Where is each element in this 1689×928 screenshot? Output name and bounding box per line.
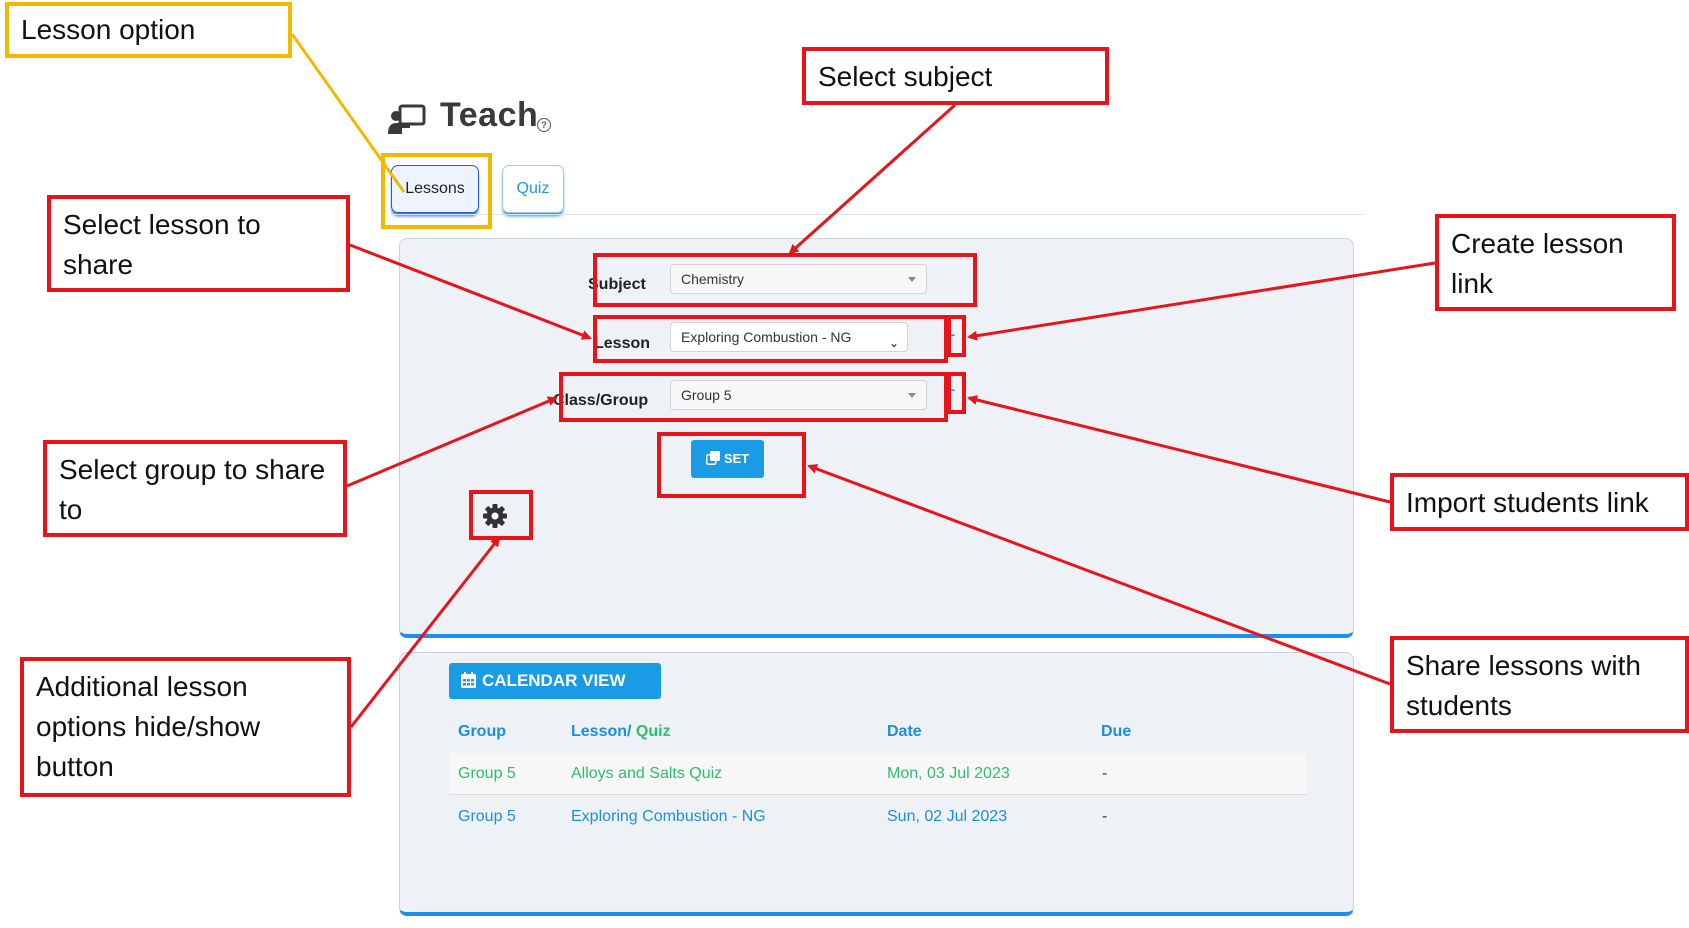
column-header-date: Date bbox=[887, 723, 922, 740]
column-header-lesson: Lesson/ bbox=[571, 723, 632, 740]
row-due: - bbox=[1102, 808, 1108, 825]
tabs-divider bbox=[391, 214, 1364, 215]
calendar-icon bbox=[461, 672, 476, 688]
highlight-create-link bbox=[947, 315, 966, 357]
row-due: - bbox=[1102, 765, 1108, 782]
callout-additional-options: Additional lesson options hide/show butt… bbox=[20, 657, 351, 797]
row-date: Sun, 02 Jul 2023 bbox=[887, 808, 1008, 825]
arrow-select-subject bbox=[788, 103, 957, 255]
calendar-view-label: CALENDAR VIEW bbox=[482, 671, 626, 690]
tab-quiz[interactable]: Quiz bbox=[502, 165, 564, 213]
column-header-group: Group bbox=[458, 723, 506, 740]
help-icon[interactable]: ? bbox=[537, 118, 551, 132]
row-lesson[interactable]: Alloys and Salts Quiz bbox=[571, 765, 722, 783]
row-lesson[interactable]: Exploring Combustion - NG bbox=[571, 808, 766, 826]
row-date: Mon, 03 Jul 2023 bbox=[887, 765, 1010, 782]
callout-select-lesson: Select lesson to share bbox=[47, 195, 350, 292]
highlight-set bbox=[657, 432, 806, 498]
callout-share-lessons: Share lessons with students bbox=[1390, 636, 1689, 733]
row-group: Group 5 bbox=[458, 765, 516, 782]
column-header-quiz: Quiz bbox=[635, 723, 671, 740]
callout-create-lesson-link: Create lesson link bbox=[1435, 214, 1676, 311]
callout-select-subject: Select subject bbox=[802, 47, 1109, 105]
callout-select-group: Select group to share to bbox=[43, 440, 347, 537]
column-header-lesson-quiz: Lesson/ Quiz bbox=[571, 723, 671, 741]
highlight-import-students bbox=[947, 372, 966, 414]
highlight-lessons-tab bbox=[381, 153, 492, 229]
highlight-group bbox=[559, 372, 948, 422]
teacher-board-icon bbox=[388, 104, 426, 134]
highlight-gear bbox=[469, 490, 533, 540]
highlight-lesson bbox=[593, 315, 948, 363]
callout-lesson-option: Lesson option bbox=[5, 2, 292, 58]
calendar-view-button[interactable]: CALENDAR VIEW bbox=[449, 663, 661, 699]
column-header-due: Due bbox=[1101, 723, 1132, 740]
page-title: Teach bbox=[440, 96, 539, 134]
callout-import-students: Import students link bbox=[1390, 473, 1689, 531]
highlight-subject bbox=[593, 253, 977, 307]
row-group: Group 5 bbox=[458, 808, 516, 825]
